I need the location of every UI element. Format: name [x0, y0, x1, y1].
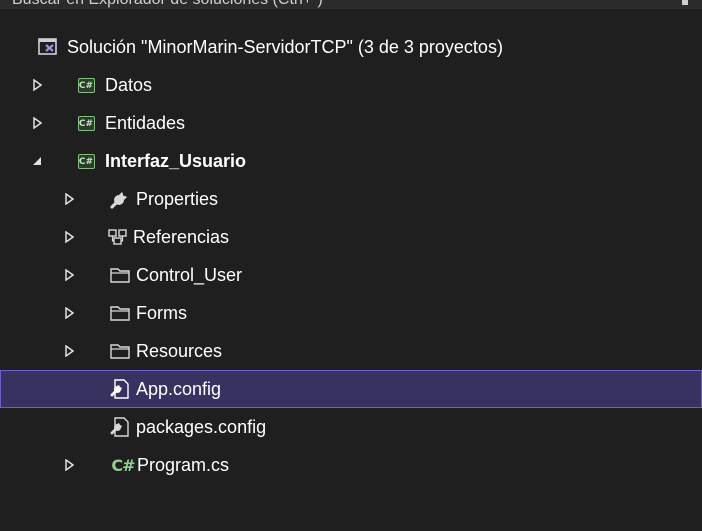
tree-item-label: packages.config [136, 416, 267, 437]
chevron-right-icon[interactable] [63, 268, 75, 282]
csharp-project-icon: C# [76, 113, 96, 133]
tree-item-resources[interactable]: Resources [0, 332, 702, 370]
search-bar[interactable]: Buscar en Explorador de soluciones (Ctrl… [0, 0, 702, 9]
tree-item-label: Program.cs [137, 454, 230, 475]
tree-item-entidades[interactable]: C# Entidades [0, 104, 702, 142]
chevron-right-icon[interactable] [31, 116, 43, 130]
tree-item-label: App.config [136, 378, 222, 399]
tree-item-referencias[interactable]: Referencias [0, 218, 702, 256]
tree-item-datos[interactable]: C# Datos [0, 66, 702, 104]
references-icon [108, 227, 128, 247]
tree-item-label: Solución "MinorMarin-ServidorTCP" (3 de … [67, 36, 503, 57]
chevron-right-icon[interactable] [63, 230, 75, 244]
wrench-icon [110, 189, 130, 209]
tree-item-label: Resources [136, 340, 223, 361]
tree-item-forms[interactable]: Forms [0, 294, 702, 332]
chevron-right-icon[interactable] [31, 78, 43, 92]
csharp-project-icon: C# [76, 75, 96, 95]
tree-item-label: Interfaz_Usuario [105, 150, 247, 171]
chevron-right-icon[interactable] [63, 458, 75, 472]
csharp-project-icon: C# [76, 151, 96, 171]
config-file-icon [110, 417, 130, 437]
chevron-right-icon[interactable] [63, 344, 75, 358]
solution-tree: Solución "MinorMarin-ServidorTCP" (3 de … [0, 28, 702, 484]
pin-icon[interactable] [682, 0, 688, 5]
search-placeholder: Buscar en Explorador de soluciones (Ctrl… [12, 0, 323, 9]
tree-item-label: Referencias [133, 226, 230, 247]
tree-item-program-cs[interactable]: C# Program.cs [0, 446, 702, 484]
tree-item-label: Forms [136, 302, 187, 323]
chevron-expanded-icon[interactable] [31, 154, 43, 168]
tree-item-label: Datos [105, 74, 153, 95]
tree-item-properties[interactable]: Properties [0, 180, 702, 218]
config-file-icon [110, 379, 130, 399]
tree-item-label: Properties [136, 188, 219, 209]
chevron-right-icon[interactable] [63, 306, 75, 320]
tree-item-control-user[interactable]: Control_User [0, 256, 702, 294]
csharp-file-icon: C# [111, 455, 135, 475]
tree-item-app-config[interactable]: App.config [0, 370, 702, 408]
solution-icon [38, 37, 58, 57]
tree-item-label: Entidades [105, 112, 186, 133]
tree-item-packages-config[interactable]: packages.config [0, 408, 702, 446]
solution-explorer-panel: Buscar en Explorador de soluciones (Ctrl… [0, 0, 702, 531]
folder-icon [110, 341, 130, 361]
folder-icon [110, 265, 130, 285]
folder-icon [110, 303, 130, 323]
tree-item-interfaz-usuario[interactable]: C# Interfaz_Usuario [0, 142, 702, 180]
chevron-right-icon[interactable] [63, 192, 75, 206]
tree-item-label: Control_User [136, 264, 243, 285]
tree-item-solution[interactable]: Solución "MinorMarin-ServidorTCP" (3 de … [0, 28, 702, 66]
